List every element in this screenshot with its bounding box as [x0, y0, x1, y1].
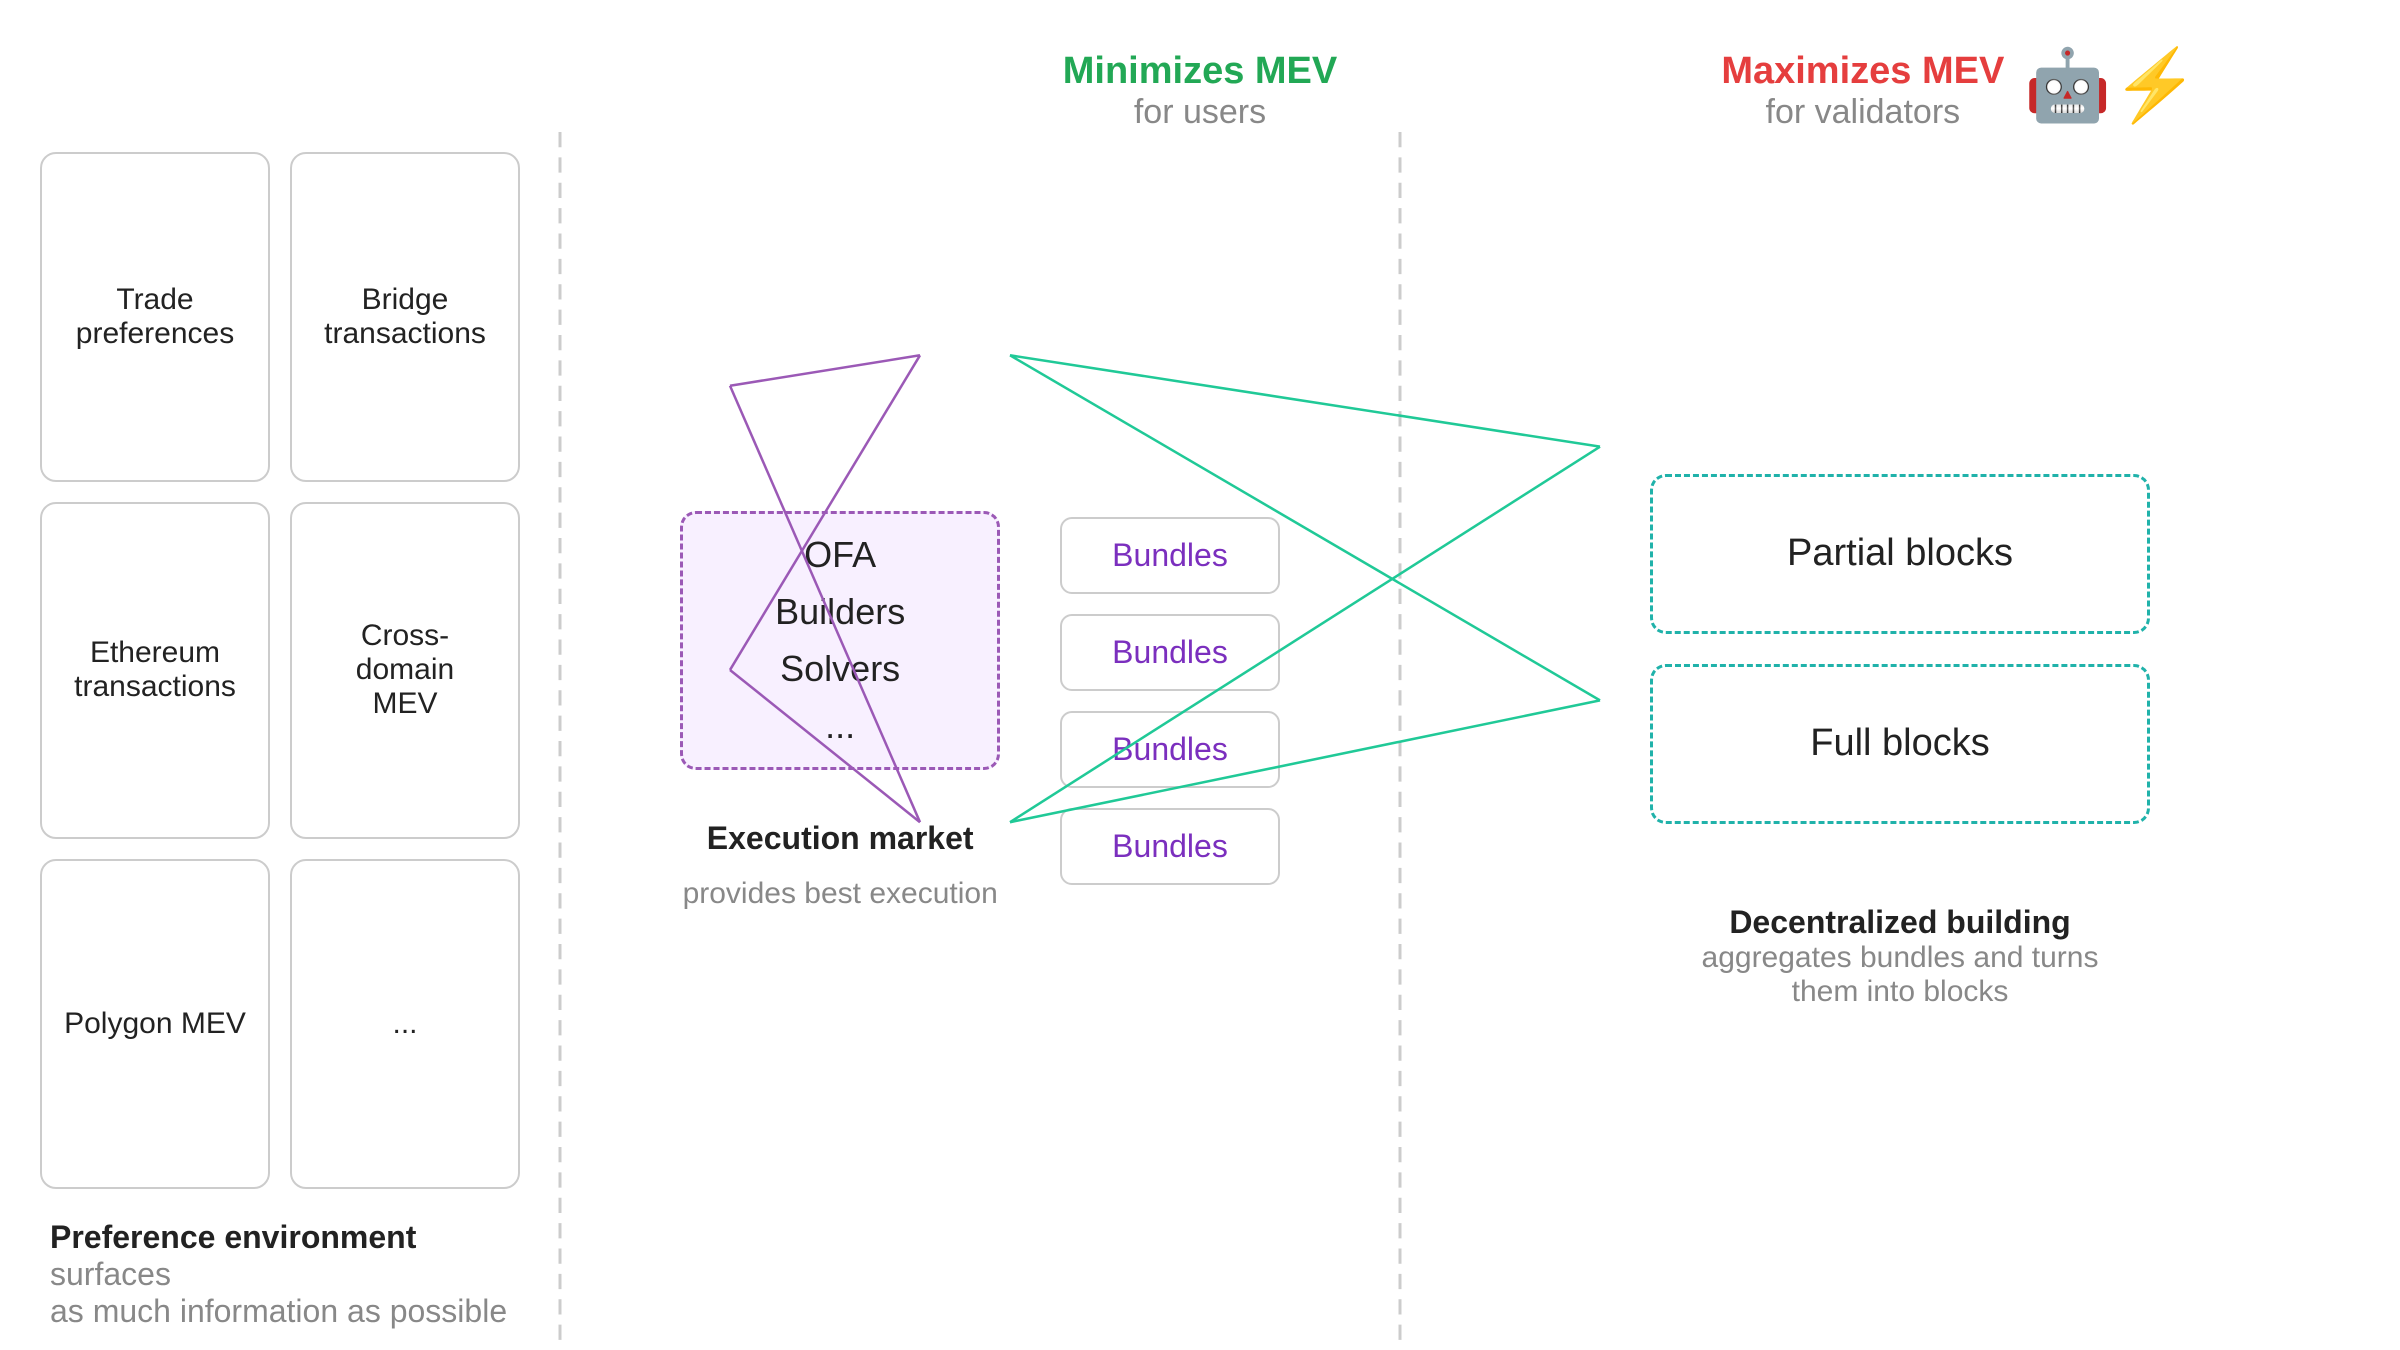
full-blocks-box: Full blocks	[1650, 664, 2150, 824]
bundle-1: Bundles	[1060, 517, 1280, 594]
solvers-label: Solvers	[780, 648, 900, 690]
sections-wrapper: Tradepreferences Bridgetransactions Ethe…	[0, 132, 2400, 1350]
boxes-grid: Tradepreferences Bridgetransactions Ethe…	[40, 152, 520, 1189]
decentralized-building-label: Decentralized building	[1702, 904, 2099, 941]
bundles-column: Bundles Bundles Bundles Bundles	[1060, 517, 1280, 965]
left-bottom-label: Preference environment surfaces as much …	[40, 1219, 520, 1330]
box-ellipsis-left: ...	[290, 859, 520, 1189]
maximizes-label: Maximizes MEV	[1721, 50, 2004, 93]
ofa-ellipsis: ...	[825, 705, 855, 747]
box-bridge-transactions: Bridgetransactions	[290, 152, 520, 482]
robot-icon: 🤖⚡	[2024, 50, 2198, 120]
ofa-box: OFA Builders Solvers ...	[680, 511, 1000, 770]
minimizes-label: Minimizes MEV	[820, 50, 1580, 93]
header-right-maximizes: Maximizes MEV for validators 🤖⚡	[1580, 40, 2340, 132]
section-right: Partial blocks Full blocks Decentralized…	[1400, 132, 2400, 1350]
bundle-2: Bundles	[1060, 614, 1280, 691]
top-header: Minimizes MEV for users Maximizes MEV fo…	[0, 0, 2400, 132]
partial-blocks-label: Partial blocks	[1787, 532, 2013, 575]
decentralized-building-secondary2: them into blocks	[1702, 975, 2099, 1009]
for-users-label: for users	[820, 93, 1580, 132]
execution-market-label: Execution market	[707, 820, 974, 857]
preference-environment-secondary: surfaces	[50, 1256, 171, 1292]
box-trade-preferences: Tradepreferences	[40, 152, 270, 482]
section-middle: OFA Builders Solvers ... Execution marke…	[560, 132, 1400, 1350]
main-container: Minimizes MEV for users Maximizes MEV fo…	[0, 0, 2400, 1350]
bundle-4: Bundles	[1060, 808, 1280, 885]
ofa-label: OFA	[804, 534, 876, 576]
box-ethereum-transactions: Ethereumtransactions	[40, 502, 270, 838]
box-cross-domain-mev: Cross-domainMEV	[290, 502, 520, 838]
execution-market-secondary: provides best execution	[683, 877, 998, 911]
maximizes-texts: Maximizes MEV for validators	[1721, 50, 2004, 132]
header-center-minimizes: Minimizes MEV for users	[820, 40, 1580, 132]
right-bottom-label: Decentralized building aggregates bundle…	[1702, 884, 2099, 1009]
section-left: Tradepreferences Bridgetransactions Ethe…	[0, 132, 560, 1350]
blocks-container: Partial blocks Full blocks	[1650, 474, 2150, 854]
for-validators-label: for validators	[1721, 93, 2004, 132]
decentralized-building-secondary1: aggregates bundles and turns	[1702, 941, 2099, 975]
box-polygon-mev: Polygon MEV	[40, 859, 270, 1189]
bundle-3: Bundles	[1060, 711, 1280, 788]
middle-left: OFA Builders Solvers ... Execution marke…	[680, 491, 1000, 991]
builders-label: Builders	[775, 591, 905, 633]
full-blocks-label: Full blocks	[1810, 722, 1990, 765]
preference-environment-label: Preference environment	[50, 1219, 416, 1255]
preference-environment-secondary2: as much information as possible	[50, 1293, 520, 1330]
partial-blocks-box: Partial blocks	[1650, 474, 2150, 634]
